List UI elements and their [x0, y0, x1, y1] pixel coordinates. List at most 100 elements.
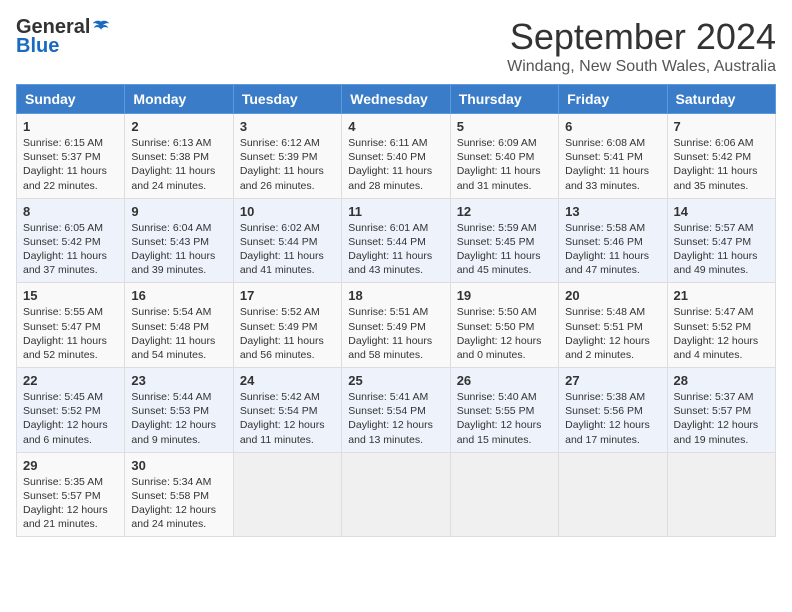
calendar-table: SundayMondayTuesdayWednesdayThursdayFrid…: [16, 84, 776, 537]
day-number: 2: [131, 119, 226, 134]
day-number: 19: [457, 288, 552, 303]
calendar-week-row: 22 Sunrise: 5:45 AMSunset: 5:52 PMDayligh…: [17, 368, 776, 453]
calendar-cell: 27Sunrise: 5:38 AMSunset: 5:56 PMDayligh…: [559, 368, 667, 453]
day-number: 11: [348, 204, 443, 219]
calendar-week-row: 29 Sunrise: 5:35 AMSunset: 5:57 PMDayligh…: [17, 452, 776, 537]
cell-content: Sunrise: 5:42 AMSunset: 5:54 PMDaylight:…: [240, 390, 335, 447]
calendar-cell: 13 Sunrise: 5:58 AMSunset: 5:46 PMDayligh…: [559, 198, 667, 283]
cell-content: Sunrise: 5:45 AMSunset: 5:52 PMDaylight:…: [23, 390, 118, 447]
calendar-cell: 24 Sunrise: 5:42 AMSunset: 5:54 PMDayligh…: [233, 368, 341, 453]
calendar-cell: 2 Sunrise: 6:13 AMSunset: 5:38 PMDaylight…: [125, 114, 233, 199]
calendar-cell: 26 Sunrise: 5:40 AMSunset: 5:55 PMDayligh…: [450, 368, 558, 453]
day-number: 8: [23, 204, 118, 219]
calendar-cell: 23 Sunrise: 5:44 AMSunset: 5:53 PMDayligh…: [125, 368, 233, 453]
calendar-cell: 28 Sunrise: 5:37 AMSunset: 5:57 PMDayligh…: [667, 368, 775, 453]
calendar-cell: 25 Sunrise: 5:41 AMSunset: 5:54 PMDayligh…: [342, 368, 450, 453]
weekday-header-friday: Friday: [559, 85, 667, 114]
cell-content: Sunrise: 6:15 AMSunset: 5:37 PMDaylight:…: [23, 136, 118, 193]
calendar-cell: 20 Sunrise: 5:48 AMSunset: 5:51 PMDayligh…: [559, 283, 667, 368]
cell-content: Sunrise: 5:54 AMSunset: 5:48 PMDaylight:…: [131, 305, 226, 362]
calendar-cell: 16 Sunrise: 5:54 AMSunset: 5:48 PMDayligh…: [125, 283, 233, 368]
day-number: 22: [23, 373, 118, 388]
weekday-header-wednesday: Wednesday: [342, 85, 450, 114]
day-number: 29: [23, 458, 118, 473]
calendar-cell: [667, 452, 775, 537]
day-number: 4: [348, 119, 443, 134]
calendar-cell: 4 Sunrise: 6:11 AMSunset: 5:40 PMDaylight…: [342, 114, 450, 199]
day-number: 25: [348, 373, 443, 388]
cell-content: Sunrise: 5:34 AMSunset: 5:58 PMDaylight:…: [131, 475, 226, 532]
cell-content: Sunrise: 6:04 AMSunset: 5:43 PMDaylight:…: [131, 221, 226, 278]
cell-content: Sunrise: 5:44 AMSunset: 5:53 PMDaylight:…: [131, 390, 226, 447]
cell-content: Sunrise: 5:47 AMSunset: 5:52 PMDaylight:…: [674, 305, 769, 362]
day-number: 28: [674, 373, 769, 388]
calendar-week-row: 15Sunrise: 5:55 AMSunset: 5:47 PMDayligh…: [17, 283, 776, 368]
calendar-cell: 15Sunrise: 5:55 AMSunset: 5:47 PMDayligh…: [17, 283, 125, 368]
calendar-cell: [233, 452, 341, 537]
cell-content: Sunrise: 5:40 AMSunset: 5:55 PMDaylight:…: [457, 390, 552, 447]
calendar-cell: 9 Sunrise: 6:04 AMSunset: 5:43 PMDaylight…: [125, 198, 233, 283]
day-number: 16: [131, 288, 226, 303]
calendar-cell: 11 Sunrise: 6:01 AMSunset: 5:44 PMDayligh…: [342, 198, 450, 283]
logo-bird-icon: [92, 19, 110, 37]
calendar-week-row: 8 Sunrise: 6:05 AMSunset: 5:42 PMDaylight…: [17, 198, 776, 283]
cell-content: Sunrise: 6:06 AMSunset: 5:42 PMDaylight:…: [674, 136, 769, 193]
day-number: 18: [348, 288, 443, 303]
cell-content: Sunrise: 5:50 AMSunset: 5:50 PMDaylight:…: [457, 305, 552, 362]
location-text: Windang, New South Wales, Australia: [507, 58, 776, 76]
weekday-header-monday: Monday: [125, 85, 233, 114]
day-number: 30: [131, 458, 226, 473]
cell-content: Sunrise: 6:08 AMSunset: 5:41 PMDaylight:…: [565, 136, 660, 193]
cell-content: Sunrise: 6:11 AMSunset: 5:40 PMDaylight:…: [348, 136, 443, 193]
cell-content: Sunrise: 6:02 AMSunset: 5:44 PMDaylight:…: [240, 221, 335, 278]
cell-content: Sunrise: 6:05 AMSunset: 5:42 PMDaylight:…: [23, 221, 118, 278]
day-number: 10: [240, 204, 335, 219]
day-number: 13: [565, 204, 660, 219]
cell-content: Sunrise: 5:52 AMSunset: 5:49 PMDaylight:…: [240, 305, 335, 362]
page-header: General Blue September 2024 Windang, New…: [16, 16, 776, 76]
day-number: 14: [674, 204, 769, 219]
weekday-header-saturday: Saturday: [667, 85, 775, 114]
cell-content: Sunrise: 5:37 AMSunset: 5:57 PMDaylight:…: [674, 390, 769, 447]
day-number: 5: [457, 119, 552, 134]
cell-content: Sunrise: 5:35 AMSunset: 5:57 PMDaylight:…: [23, 475, 118, 532]
calendar-cell: 3 Sunrise: 6:12 AMSunset: 5:39 PMDaylight…: [233, 114, 341, 199]
calendar-cell: 12Sunrise: 5:59 AMSunset: 5:45 PMDayligh…: [450, 198, 558, 283]
logo: General Blue: [16, 16, 110, 58]
cell-content: Sunrise: 5:58 AMSunset: 5:46 PMDaylight:…: [565, 221, 660, 278]
day-number: 9: [131, 204, 226, 219]
day-number: 17: [240, 288, 335, 303]
calendar-cell: 8 Sunrise: 6:05 AMSunset: 5:42 PMDaylight…: [17, 198, 125, 283]
day-number: 15: [23, 288, 118, 303]
cell-content: Sunrise: 5:57 AMSunset: 5:47 PMDaylight:…: [674, 221, 769, 278]
day-number: 3: [240, 119, 335, 134]
cell-content: Sunrise: 5:48 AMSunset: 5:51 PMDaylight:…: [565, 305, 660, 362]
calendar-week-row: 1Sunrise: 6:15 AMSunset: 5:37 PMDaylight…: [17, 114, 776, 199]
logo-blue-text: Blue: [16, 35, 59, 58]
calendar-cell: 1Sunrise: 6:15 AMSunset: 5:37 PMDaylight…: [17, 114, 125, 199]
calendar-cell: 17 Sunrise: 5:52 AMSunset: 5:49 PMDayligh…: [233, 283, 341, 368]
day-number: 20: [565, 288, 660, 303]
cell-content: Sunrise: 6:13 AMSunset: 5:38 PMDaylight:…: [131, 136, 226, 193]
calendar-cell: 30 Sunrise: 5:34 AMSunset: 5:58 PMDayligh…: [125, 452, 233, 537]
calendar-cell: 21 Sunrise: 5:47 AMSunset: 5:52 PMDayligh…: [667, 283, 775, 368]
day-number: 26: [457, 373, 552, 388]
month-title: September 2024: [507, 16, 776, 58]
weekday-header-tuesday: Tuesday: [233, 85, 341, 114]
weekday-header-sunday: Sunday: [17, 85, 125, 114]
day-number: 21: [674, 288, 769, 303]
calendar-cell: 10 Sunrise: 6:02 AMSunset: 5:44 PMDayligh…: [233, 198, 341, 283]
cell-content: Sunrise: 5:59 AMSunset: 5:45 PMDaylight:…: [457, 221, 552, 278]
calendar-cell: 7Sunrise: 6:06 AMSunset: 5:42 PMDaylight…: [667, 114, 775, 199]
cell-content: Sunrise: 6:01 AMSunset: 5:44 PMDaylight:…: [348, 221, 443, 278]
day-number: 24: [240, 373, 335, 388]
calendar-cell: [342, 452, 450, 537]
cell-content: Sunrise: 5:38 AMSunset: 5:56 PMDaylight:…: [565, 390, 660, 447]
day-number: 23: [131, 373, 226, 388]
day-number: 6: [565, 119, 660, 134]
cell-content: Sunrise: 6:12 AMSunset: 5:39 PMDaylight:…: [240, 136, 335, 193]
cell-content: Sunrise: 5:41 AMSunset: 5:54 PMDaylight:…: [348, 390, 443, 447]
cell-content: Sunrise: 5:51 AMSunset: 5:49 PMDaylight:…: [348, 305, 443, 362]
calendar-cell: 29 Sunrise: 5:35 AMSunset: 5:57 PMDayligh…: [17, 452, 125, 537]
title-section: September 2024 Windang, New South Wales,…: [507, 16, 776, 76]
